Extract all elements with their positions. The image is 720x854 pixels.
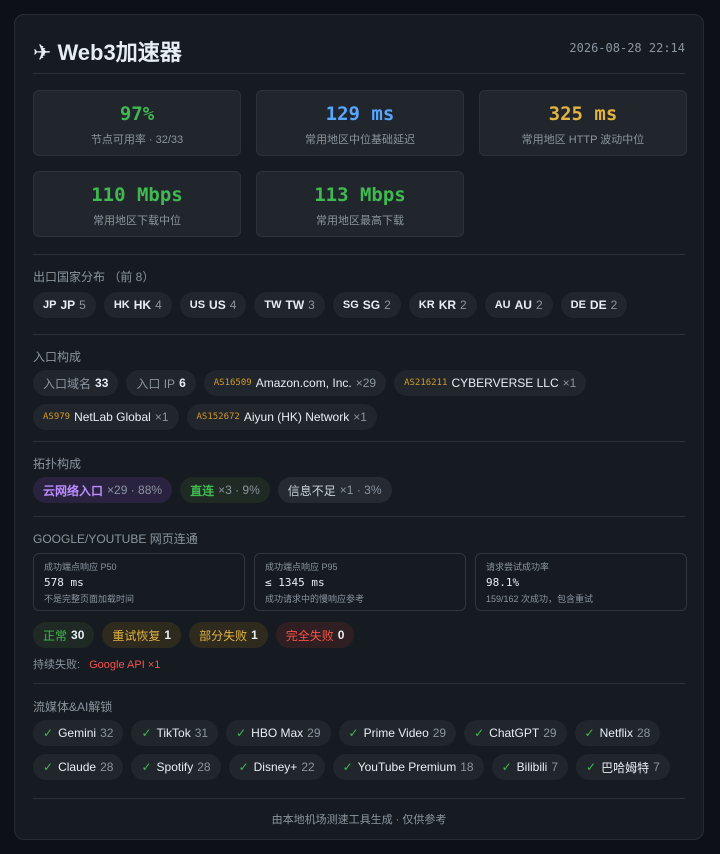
unlock-pill-netflix: ✓ Netflix 28	[574, 720, 661, 746]
divider	[33, 798, 685, 799]
footer-note: 由本地机场测速工具生成 · 仅供参考	[271, 814, 447, 826]
report-datetime: 2026-08-28 22:14	[569, 41, 685, 55]
topology-pill-unknown: 信息不足 ×1 · 3%	[277, 477, 392, 503]
unlock-pill-youtube: ✓ YouTube Premium 18	[332, 754, 484, 780]
section-title-countries: 出口国家分布 （前 8）	[33, 270, 155, 284]
stat-availability: 97% 节点可用率 · 32/33	[33, 90, 241, 156]
divider	[33, 334, 685, 335]
country-pill-tw: TW TW 3	[254, 292, 325, 318]
flag-icon: KR	[418, 299, 435, 311]
topology-list: 云网络入口 ×29 · 88% 直连 ×3 · 9% 信息不足 ×1 · 3%	[33, 477, 685, 503]
status-pill-retry: 重试恢复 1	[102, 622, 182, 648]
asn-pill: AS979 NetLab Global ×1	[33, 404, 179, 430]
status-pill-partial: 部分失败 1	[189, 622, 268, 648]
unlock-pill-claude: ✓ Claude 28	[33, 754, 124, 780]
unlock-pill-bilibili: ✓ Bilibili 7	[491, 754, 569, 780]
stat-http-jitter: 325 ms 常用地区 HTTP 波动中位	[479, 90, 687, 156]
divider	[33, 441, 685, 442]
metric-p95: 成功端点响应 P95 ≤ 1345 ms 成功请求中的慢响应参考	[254, 553, 466, 611]
flag-icon: US	[189, 299, 206, 311]
section-title-entry: 入口构成	[33, 350, 82, 364]
check-icon: ✓	[342, 760, 353, 774]
entry-list: 入口域名 33 入口 IP 6 AS16509 Amazon.com, Inc. ×29…	[33, 370, 685, 430]
entry-domain-pill: 入口域名 33	[33, 370, 119, 396]
entry-ip-pill: 入口 IP 6	[126, 370, 196, 396]
section-title-google: GOOGLE/YOUTUBE 网页连通	[33, 532, 198, 546]
flag-icon: HK	[113, 299, 130, 311]
divider	[33, 73, 685, 74]
check-icon: ✓	[501, 760, 512, 774]
metric-p50: 成功端点响应 P50 578 ms 不是完整页面加载时间	[33, 553, 245, 611]
check-icon: ✓	[141, 760, 152, 774]
stat-download-median: 110 Mbps 常用地区下载中位	[33, 171, 241, 237]
unlock-pill-hbo: ✓ HBO Max 29	[226, 720, 331, 746]
stat-download-max: 113 Mbps 常用地区最高下载	[256, 171, 464, 237]
flag-icon: JP	[43, 299, 57, 311]
google-status-list: 正常 30 重试恢复 1 部分失败 1 完全失败 0	[33, 622, 685, 648]
country-pill-au: AU AU 2	[484, 292, 553, 318]
unlock-pill-disney: ✓ Disney+ 22	[228, 754, 325, 780]
status-pill-normal: 正常 30	[33, 622, 95, 648]
metric-success-rate: 请求尝试成功率 98.1% 159/162 次成功，包含重试	[475, 553, 687, 611]
unlock-pill-prime: ✓ Prime Video 29	[338, 720, 457, 746]
check-icon: ✓	[43, 726, 54, 740]
flag-icon: AU	[494, 299, 511, 311]
stat-label: 常用地区 HTTP 波动中位	[521, 134, 645, 146]
section-title-topology: 拓扑构成	[33, 457, 82, 471]
persistent-failure: 持续失败: Google API ×1	[33, 659, 161, 671]
check-icon: ✓	[236, 726, 247, 740]
stat-label: 节点可用率 · 32/33	[90, 134, 184, 146]
check-icon: ✓	[474, 726, 485, 740]
stat-label: 常用地区下载中位	[93, 215, 181, 227]
unlock-pill-spotify: ✓ Spotify 28	[131, 754, 221, 780]
stat-latency: 129 ms 常用地区中位基础延迟	[256, 90, 464, 156]
unlock-pill-gemini: ✓ Gemini 32	[33, 720, 124, 746]
check-icon: ✓	[348, 726, 359, 740]
asn-pill: AS152672 Aiyun (HK) Network ×1	[186, 404, 377, 430]
country-pill-sg: SG SG 2	[332, 292, 401, 318]
stat-label: 常用地区中位基础延迟	[305, 134, 415, 146]
country-pill-hk: HK HK 4	[103, 292, 172, 318]
flag-icon: DE	[570, 299, 586, 311]
unlock-pill-chatgpt: ✓ ChatGPT 29	[464, 720, 567, 746]
country-pill-de: DE DE 2	[560, 292, 628, 318]
flag-icon: SG	[342, 299, 359, 311]
divider	[33, 683, 685, 684]
report-card: ✈ Web3加速器 2026-08-28 22:14 97% 节点可用率 · 32…	[14, 14, 704, 840]
header: ✈ Web3加速器 2026-08-28 22:14	[33, 31, 685, 71]
divider	[33, 254, 685, 255]
check-icon: ✓	[586, 760, 597, 774]
check-icon: ✓	[43, 760, 54, 774]
stat-value: 325 ms	[548, 103, 618, 125]
country-pill-us: US US 4	[179, 292, 247, 318]
stat-value: 110 Mbps	[91, 184, 183, 206]
check-icon: ✓	[584, 726, 595, 740]
status-pill-failed: 完全失败 0	[275, 622, 355, 648]
country-pill-jp: JP JP 5	[33, 292, 96, 318]
unlock-pill-bahamut: ✓ 巴哈姆特 7	[576, 754, 670, 780]
unlock-pill-tiktok: ✓ TikTok 31	[131, 720, 219, 746]
stat-value: 113 Mbps	[314, 184, 406, 206]
topology-pill-cloud: 云网络入口 ×29 · 88%	[33, 477, 173, 503]
divider	[33, 516, 685, 517]
streaming-list: ✓ Gemini 32 ✓ TikTok 31 ✓ HBO Max 29 ✓ Prime Vi…	[33, 720, 685, 780]
asn-pill: AS216211 CYBERVERSE LLC ×1	[394, 370, 587, 396]
stat-value: 129 ms	[325, 103, 395, 125]
section-title-streaming: 流媒体&AI解锁	[33, 700, 113, 714]
country-list: JP JP 5 HK HK 4 US US 4 TW TW 3 SG SG 2 KR KR 2 AU AU…	[33, 292, 685, 318]
check-icon: ✓	[141, 726, 152, 740]
airplane-icon: ✈	[33, 40, 52, 65]
check-icon: ✓	[238, 760, 249, 774]
stat-value: 97%	[119, 103, 155, 125]
stat-label: 常用地区最高下载	[316, 215, 404, 227]
country-pill-kr: KR KR 2	[408, 292, 477, 318]
asn-pill: AS16509 Amazon.com, Inc. ×29	[203, 370, 387, 396]
flag-icon: TW	[264, 299, 282, 311]
topology-pill-direct: 直连 ×3 · 9%	[180, 477, 270, 503]
page-title: ✈ Web3加速器	[33, 40, 182, 65]
